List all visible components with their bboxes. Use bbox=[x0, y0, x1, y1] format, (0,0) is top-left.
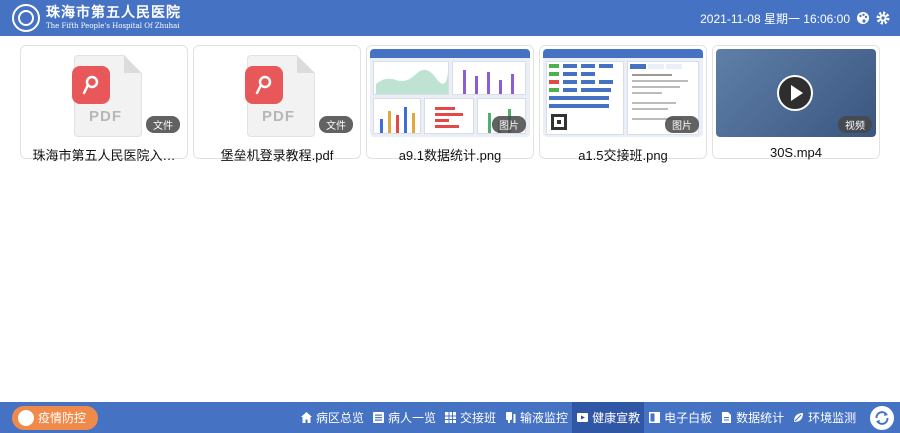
file-name: a1.5交接班.png bbox=[578, 148, 668, 163]
main-nav: 病区总览 病人一览 交接班 输液监控 健康宣教 电子白板 数据统计 环境监测 bbox=[296, 402, 860, 433]
file-type-badge: 图片 bbox=[665, 116, 699, 133]
nav-item-ward-overview[interactable]: 病区总览 bbox=[296, 402, 368, 433]
pdf-label: PDF bbox=[262, 108, 295, 125]
image-thumbnail-handover: 图片 bbox=[543, 49, 703, 137]
video-thumbnail: 视频 bbox=[716, 49, 876, 137]
pdf-label: PDF bbox=[89, 108, 122, 125]
file-grid: PDF 文件 珠海市第五人民医院入… PDF 文件 堡垒机登录教程.pdf 图片… bbox=[20, 45, 880, 163]
list-icon bbox=[373, 412, 385, 423]
nav-item-infusion-monitor[interactable]: 输液监控 bbox=[500, 402, 572, 433]
grid-icon bbox=[445, 412, 457, 423]
nav-item-label: 病人一览 bbox=[388, 411, 437, 425]
file-type-badge: 文件 bbox=[319, 116, 353, 133]
nav-item-label: 环境监测 bbox=[808, 411, 857, 425]
file-card-pdf-1[interactable]: PDF 文件 珠海市第五人民医院入… bbox=[20, 45, 188, 163]
top-header: 珠海市第五人民医院 The Fifth People's Hospital Of… bbox=[0, 0, 900, 36]
play-icon[interactable] bbox=[777, 75, 813, 111]
nav-item-label: 病区总览 bbox=[316, 411, 365, 425]
file-card-image-stats[interactable]: 图片 a9.1数据统计.png bbox=[366, 45, 534, 163]
pdf-file-icon: PDF bbox=[245, 55, 315, 137]
file-type-badge: 文件 bbox=[146, 116, 180, 133]
file-type-badge: 视频 bbox=[838, 116, 872, 133]
pdf-file-icon: PDF bbox=[72, 55, 142, 137]
datetime-display: 2021-11-08 星期一 16:06:00 bbox=[700, 11, 850, 26]
nav-item-label: 数据统计 bbox=[736, 411, 785, 425]
nav-item-label: 电子白板 bbox=[664, 411, 713, 425]
hospital-logo: 珠海市第五人民医院 The Fifth People's Hospital Of… bbox=[12, 4, 181, 32]
nav-item-environment-monitor[interactable]: 环境监测 bbox=[788, 402, 860, 433]
epidemic-icon bbox=[18, 410, 34, 426]
document-icon bbox=[722, 412, 732, 423]
nav-item-whiteboard[interactable]: 电子白板 bbox=[644, 402, 716, 433]
file-name: 30S.mp4 bbox=[769, 145, 823, 160]
infusion-icon bbox=[506, 412, 516, 423]
nav-item-label: 交接班 bbox=[460, 411, 497, 425]
bottom-nav-bar: 疫情防控 病区总览 病人一览 交接班 输液监控 健康宣教 电子白板 数据统计 环… bbox=[0, 402, 900, 433]
file-card-video[interactable]: 视频 30S.mp4 bbox=[712, 45, 880, 160]
epidemic-control-label: 疫情防控 bbox=[38, 411, 87, 425]
nav-item-label: 健康宣教 bbox=[592, 411, 641, 425]
file-name: a9.1数据统计.png bbox=[398, 148, 502, 163]
palette-icon[interactable] bbox=[856, 11, 870, 25]
leaf-icon bbox=[794, 413, 804, 422]
nav-item-data-statistics[interactable]: 数据统计 bbox=[716, 402, 788, 433]
file-type-badge: 图片 bbox=[492, 116, 526, 133]
image-thumbnail-stats: 图片 bbox=[370, 49, 530, 137]
gear-icon[interactable] bbox=[876, 11, 890, 25]
hospital-name-en: The Fifth People's Hospital Of Zhuhai bbox=[46, 22, 180, 30]
home-icon bbox=[301, 412, 312, 423]
nav-item-label: 输液监控 bbox=[520, 411, 569, 425]
whiteboard-icon bbox=[649, 412, 661, 423]
hospital-emblem-icon bbox=[12, 4, 40, 32]
nav-item-health-education[interactable]: 健康宣教 bbox=[572, 402, 645, 433]
file-card-pdf-2[interactable]: PDF 文件 堡垒机登录教程.pdf bbox=[193, 45, 361, 163]
file-card-image-handover[interactable]: 图片 a1.5交接班.png bbox=[539, 45, 707, 163]
file-name: 珠海市第五人民医院入… bbox=[32, 148, 176, 163]
file-name: 堡垒机登录教程.pdf bbox=[220, 148, 334, 163]
file-thumbnail: PDF 文件 bbox=[197, 49, 357, 137]
nav-item-handover[interactable]: 交接班 bbox=[440, 402, 500, 433]
video-icon bbox=[577, 413, 589, 422]
refresh-icon[interactable] bbox=[870, 406, 894, 430]
file-thumbnail: PDF 文件 bbox=[24, 49, 184, 137]
hospital-name-cn: 珠海市第五人民医院 bbox=[46, 5, 181, 21]
epidemic-control-button[interactable]: 疫情防控 bbox=[12, 406, 99, 430]
nav-item-patient-list[interactable]: 病人一览 bbox=[368, 402, 440, 433]
